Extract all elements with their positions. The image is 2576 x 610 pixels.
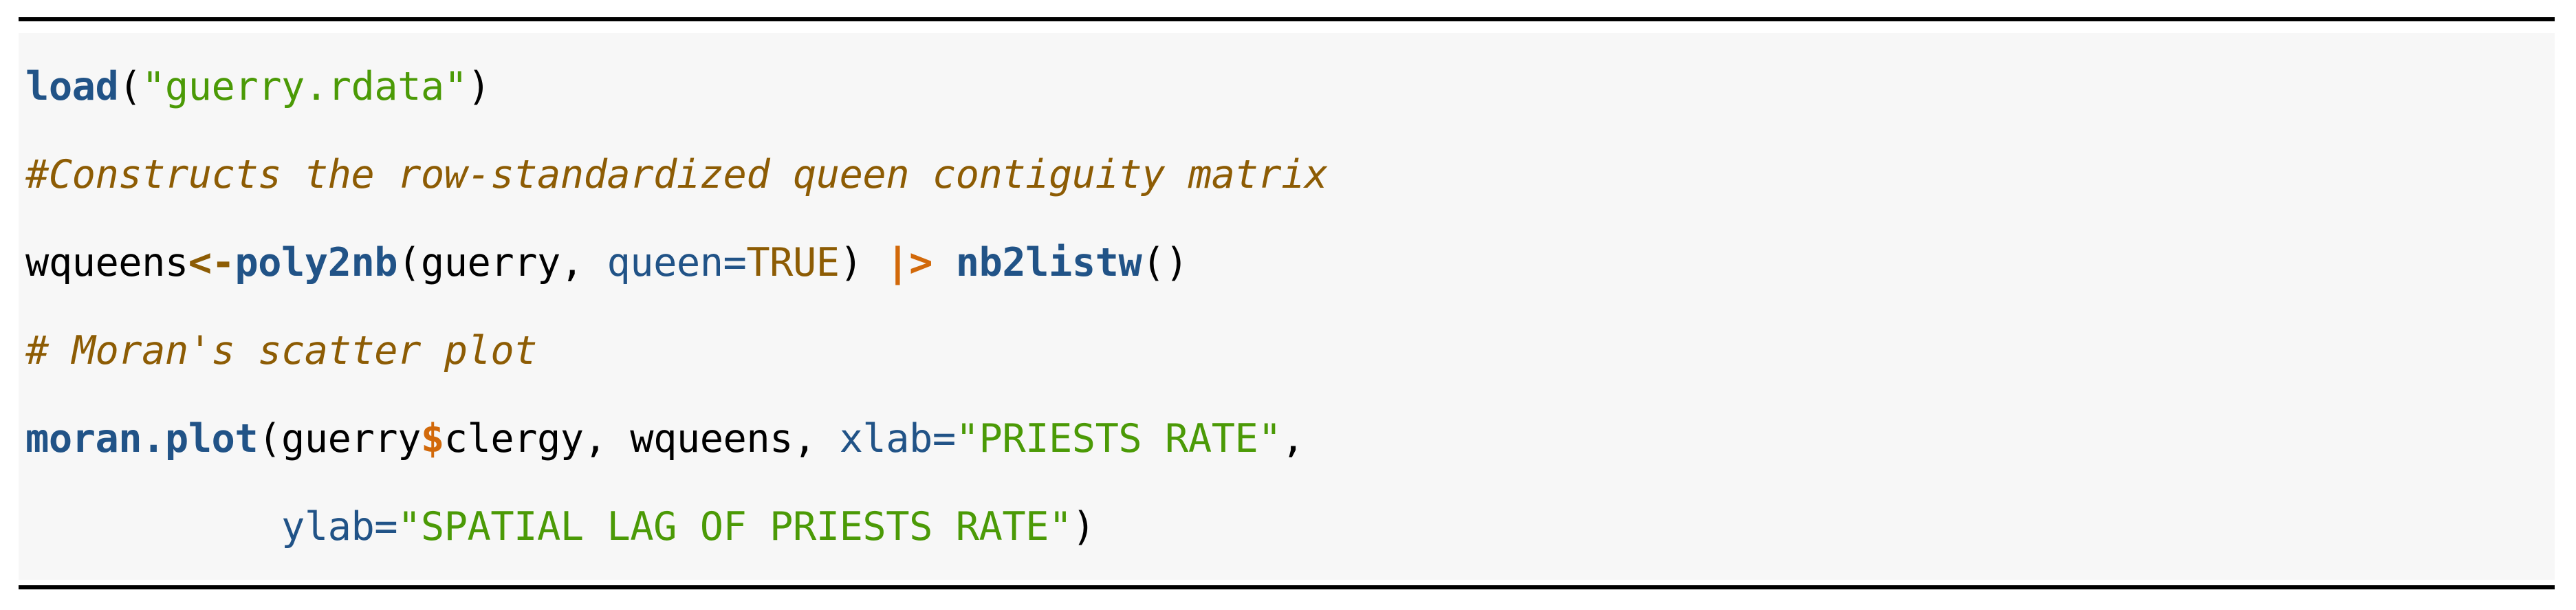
code-token-arg: ylab= <box>281 504 398 549</box>
code-token-comment: #Constructs the row-standardized queen c… <box>25 152 1328 197</box>
code-line: #Constructs the row-standardized queen c… <box>25 131 2555 219</box>
code-block[interactable]: load("guerry.rdata") #Constructs the row-… <box>19 33 2555 580</box>
code-line: # Moran's scatter plot <box>25 307 2555 395</box>
code-token-plain: , <box>1281 416 1305 461</box>
code-token-arg: queen= <box>607 240 747 285</box>
code-token-plain: ) <box>467 64 491 109</box>
code-token-func: load <box>25 64 119 109</box>
code-token-func: nb2listw <box>955 240 1142 285</box>
code-line: moran.plot(guerry$clergy, wqueens, xlab=… <box>25 395 2555 483</box>
code-token-plain: () <box>1142 240 1188 285</box>
code-token-plain: ) <box>1071 504 1095 549</box>
code-figure: load("guerry.rdata") #Constructs the row-… <box>0 0 2576 610</box>
code-token-plain: (guerry, <box>397 240 607 285</box>
code-token-string: "guerry.rdata" <box>142 64 468 109</box>
code-token-plain: (guerry <box>258 416 421 461</box>
code-token-const: TRUE <box>746 240 840 285</box>
code-line: ylab="SPATIAL LAG OF PRIESTS RATE") <box>25 483 2555 571</box>
code-token-plain: ( <box>118 64 142 109</box>
top-rule <box>19 17 2555 21</box>
code-token-dollar: $ <box>420 416 444 461</box>
code-token-plain: ) <box>839 240 886 285</box>
code-token-plain: wqueens <box>25 240 188 285</box>
bottom-rule <box>19 585 2555 589</box>
code-token-comment: # Moran's scatter plot <box>25 328 537 373</box>
code-token-string: "PRIESTS RATE" <box>955 416 1282 461</box>
code-token-arg: xlab= <box>839 416 957 461</box>
code-token-plain: clergy, wqueens, <box>444 416 840 461</box>
code-token-func: poly2nb <box>234 240 398 285</box>
code-token-pipe: |> <box>886 240 932 285</box>
code-line: wqueens<-poly2nb(guerry, queen=TRUE) |> … <box>25 219 2555 307</box>
code-token-func: moran.plot <box>25 416 259 461</box>
code-line: load("guerry.rdata") <box>25 43 2555 131</box>
code-token-string: "SPATIAL LAG OF PRIESTS RATE" <box>397 504 1072 549</box>
code-token-assign: <- <box>188 240 235 285</box>
